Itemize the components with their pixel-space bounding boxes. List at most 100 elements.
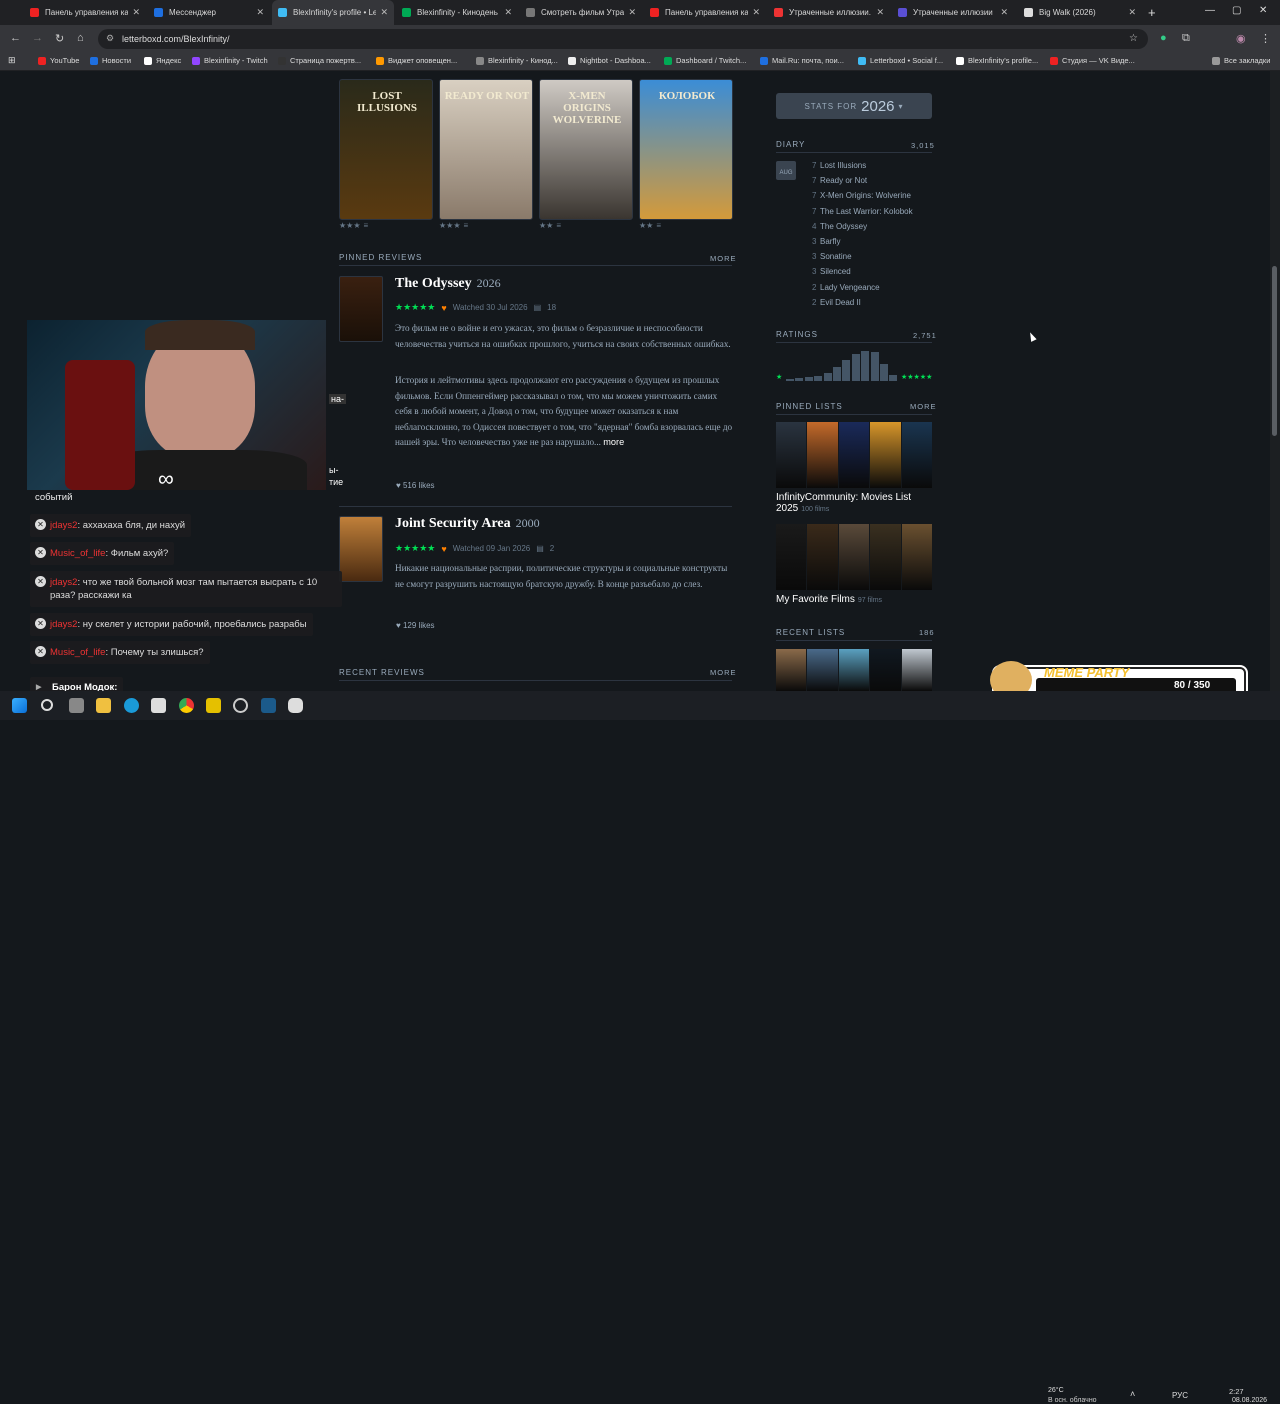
rating-bar[interactable] — [814, 376, 823, 381]
browser-tab[interactable]: Мессенджер ✕ — [148, 0, 270, 25]
maximize-button[interactable]: ▢ — [1232, 5, 1241, 16]
browser-menu-icon[interactable]: ⋮ — [1260, 32, 1271, 45]
profile-avatar-icon[interactable]: ◉ — [1236, 32, 1246, 45]
likes-count[interactable]: 516 likes — [403, 481, 435, 490]
bookmark-item[interactable]: Blexinfinity - Кинод... — [476, 56, 558, 65]
favorite-film-poster[interactable]: READY OR NOT — [439, 79, 533, 220]
rating-bar[interactable] — [880, 364, 888, 381]
bookmark-item[interactable]: Blexinfinity - Twitch — [192, 56, 268, 65]
apps-grid-icon[interactable]: ⊞ — [8, 55, 16, 66]
review-likes[interactable]: ♥ 129 likes — [396, 621, 435, 630]
diary-entry[interactable]: 2 Evil Dead II — [812, 298, 861, 307]
review-title-text[interactable]: Joint Security Area — [395, 516, 511, 531]
like-heart-icon[interactable]: ♥ — [396, 481, 401, 490]
browser-tab[interactable]: Утраченные иллюзии ✕ — [892, 0, 1014, 25]
list-posters[interactable] — [776, 422, 932, 488]
browser-tab[interactable]: Big Walk (2026) ✕ — [1018, 0, 1142, 25]
extensions-puzzle-icon[interactable]: ⧉ — [1182, 32, 1190, 45]
list-name[interactable]: InfinityCommunity: Movies List 2025 — [776, 492, 911, 514]
tab-close-icon[interactable]: ✕ — [1000, 7, 1008, 18]
bookmark-item[interactable]: BlexInfinity's profile... — [956, 56, 1038, 65]
comments-icon[interactable]: ▤ — [536, 544, 544, 553]
reload-icon[interactable]: ↻ — [55, 32, 64, 45]
bookmark-item[interactable]: Новости — [90, 56, 131, 65]
review-title-text[interactable]: The Odyssey — [395, 276, 472, 291]
weather-desc[interactable]: В осн. облачно — [1048, 1397, 1097, 1404]
new-tab-button[interactable]: + — [1148, 5, 1156, 20]
favorite-film-poster[interactable]: X-MEN ORIGINS WOLVERINE — [539, 79, 633, 220]
diary-film-title[interactable]: Lost Illusions — [820, 161, 866, 170]
diary-entry[interactable]: 7 Ready or Not — [812, 176, 867, 185]
diary-film-title[interactable]: Silenced — [820, 267, 851, 276]
home-icon[interactable]: ⌂ — [77, 32, 84, 44]
rating-bar[interactable] — [889, 375, 898, 381]
tray-chevron-icon[interactable]: ˄ — [1130, 1389, 1135, 1399]
review-likes[interactable]: ♥ 516 likes — [396, 481, 435, 490]
favorite-film-poster[interactable]: КОЛОБОК — [639, 79, 733, 220]
bookmark-item[interactable]: Nightbot - Dashboa... — [568, 56, 651, 65]
browser-tab[interactable]: Blexinfinity - Кинодень ✕ — [396, 0, 518, 25]
diary-heading[interactable]: DIARY — [776, 140, 805, 149]
tab-close-icon[interactable]: ✕ — [876, 7, 884, 18]
bookmark-item[interactable]: Letterboxd • Social f... — [858, 56, 943, 65]
chrome-icon[interactable] — [179, 698, 194, 713]
review-more-link[interactable]: more — [603, 437, 624, 447]
forward-icon[interactable]: → — [32, 32, 43, 44]
browser-tab[interactable]: Панель управления ка ✕ — [24, 0, 146, 25]
diary-film-title[interactable]: Barfly — [820, 237, 840, 246]
site-info-icon[interactable]: ⚙ — [106, 33, 114, 44]
scrollbar-thumb[interactable] — [1272, 266, 1277, 436]
windows-start-icon[interactable] — [12, 698, 27, 713]
diary-film-title[interactable]: Evil Dead II — [820, 298, 861, 307]
review-title[interactable]: The Odyssey 2026 — [395, 276, 501, 292]
page-scrollbar[interactable] — [1270, 71, 1280, 691]
rating-bar[interactable] — [823, 373, 832, 381]
language-indicator[interactable]: РУС — [1172, 1391, 1188, 1400]
bookmark-star-icon[interactable]: ☆ — [1129, 33, 1138, 44]
tab-close-icon[interactable]: ✕ — [752, 7, 760, 18]
search-icon[interactable] — [41, 699, 53, 711]
rating-bar[interactable] — [870, 352, 879, 381]
rating-bar[interactable] — [786, 379, 794, 381]
store-icon[interactable] — [151, 698, 166, 713]
list-name[interactable]: My Favorite Films — [776, 594, 855, 605]
watched-date[interactable]: Watched 09 Jan 2026 — [453, 544, 531, 553]
tab-close-icon[interactable]: ✕ — [132, 7, 140, 18]
pinned-lists-more-link[interactable]: MORE — [910, 402, 937, 411]
bookmark-item[interactable]: Dashboard / Twitch... — [664, 56, 746, 65]
review-title[interactable]: Joint Security Area 2000 — [395, 516, 540, 532]
browser-tab[interactable]: Смотреть фильм Утраче ✕ — [520, 0, 642, 25]
rating-bar[interactable] — [795, 378, 804, 381]
tab-close-icon[interactable]: ✕ — [256, 7, 264, 18]
comments-icon[interactable]: ▤ — [534, 303, 542, 312]
clock-time[interactable]: 2:27 — [1229, 1387, 1244, 1396]
list-posters[interactable] — [776, 524, 932, 590]
list-title[interactable]: My Favorite Films 97 films — [776, 594, 946, 605]
edge-icon[interactable] — [124, 698, 139, 713]
diary-entry[interactable]: 2 Lady Vengeance — [812, 283, 880, 292]
review-poster-odyssey[interactable] — [339, 276, 383, 342]
recent-lists-heading[interactable]: RECENT LISTS — [776, 628, 845, 637]
tab-close-icon[interactable]: ✕ — [380, 7, 388, 18]
minimize-button[interactable]: — — [1205, 5, 1215, 16]
browser-tab[interactable]: Панель управления ка ✕ — [644, 0, 766, 25]
bookmark-item[interactable]: Страница пожертв... — [278, 56, 361, 65]
tab-close-icon[interactable]: ✕ — [1128, 7, 1136, 18]
bookmark-item[interactable]: Виджет оповещен... — [376, 56, 457, 65]
review-poster-jsa[interactable] — [339, 516, 383, 582]
diary-film-title[interactable]: The Last Warrior: Kolobok — [820, 207, 913, 216]
likes-count[interactable]: 129 likes — [403, 621, 435, 630]
tab-close-icon[interactable]: ✕ — [628, 7, 636, 18]
bookmark-item[interactable]: Mail.Ru: почта, пои... — [760, 56, 844, 65]
favorite-film-poster[interactable]: LOST ILLUSIONS — [339, 79, 433, 220]
extension-icon[interactable]: ● — [1160, 32, 1167, 44]
bookmark-item[interactable]: YouTube — [38, 56, 79, 65]
diary-film-title[interactable]: The Odyssey — [820, 222, 867, 231]
diary-entry[interactable]: 7 X-Men Origins: Wolverine — [812, 191, 911, 200]
taskbar-app-icon[interactable] — [233, 698, 248, 713]
pinned-reviews-more-link[interactable]: MORE — [710, 254, 737, 263]
tab-close-icon[interactable]: ✕ — [504, 7, 512, 18]
comments-count[interactable]: 18 — [547, 303, 556, 312]
rating-bar[interactable] — [861, 351, 870, 381]
diary-entry[interactable]: 3 Sonatine — [812, 252, 852, 261]
